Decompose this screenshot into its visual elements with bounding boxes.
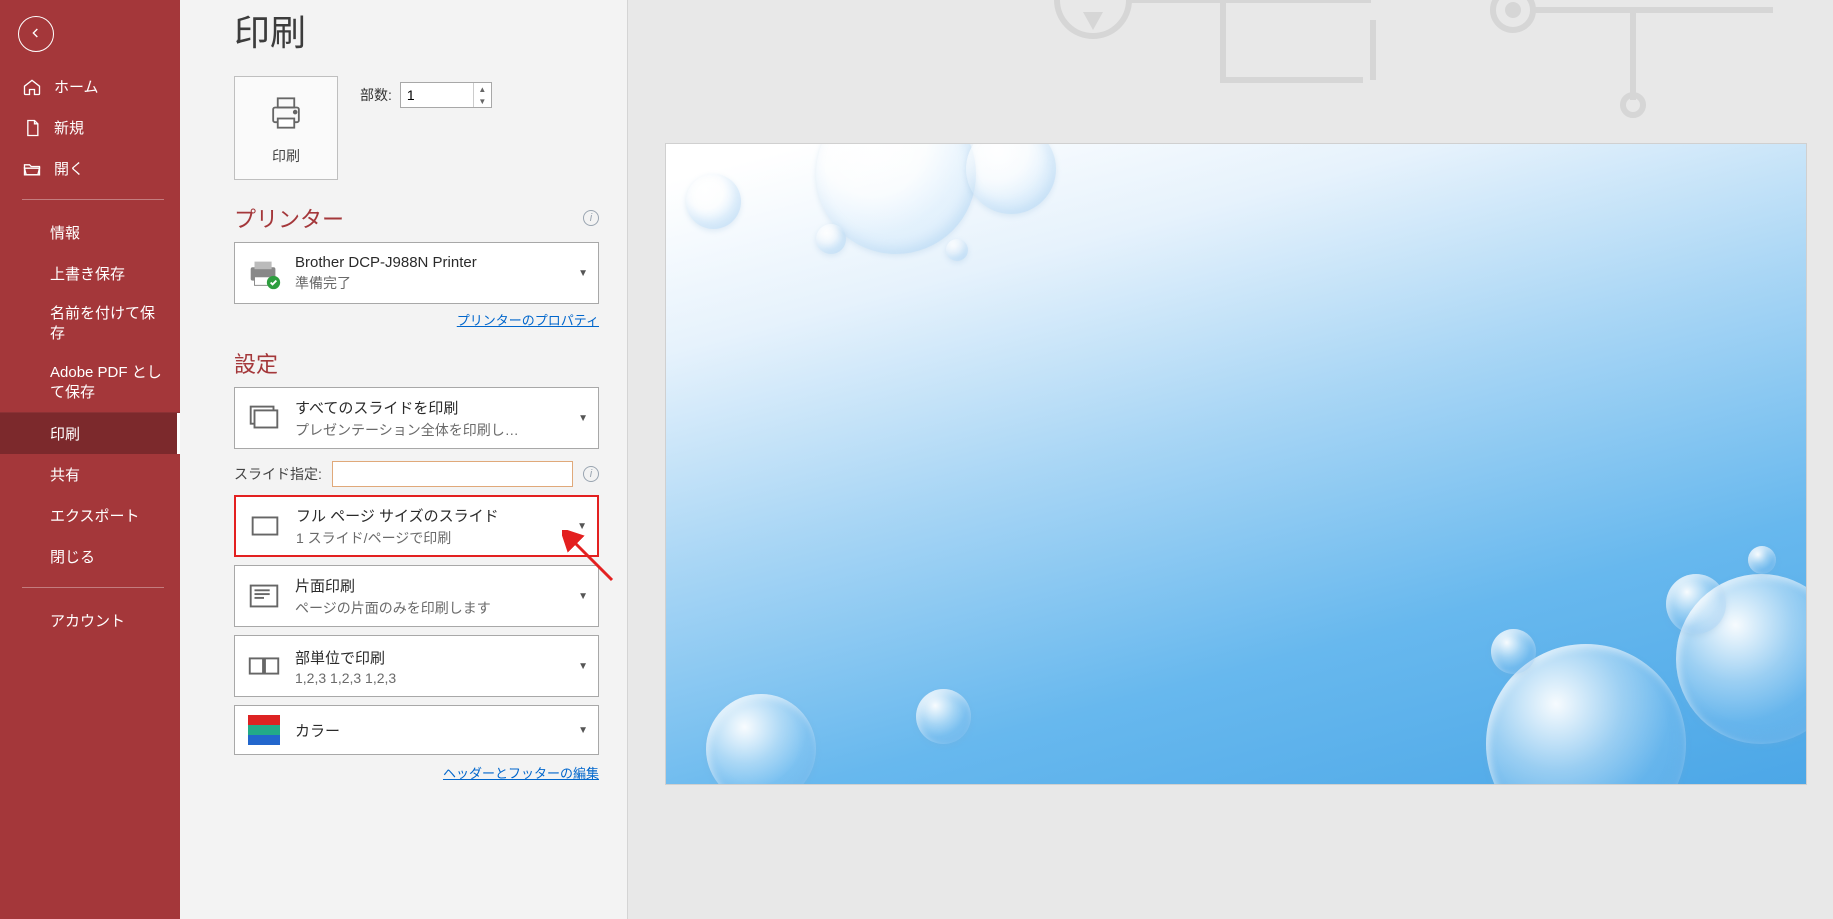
print-range-text: すべてのスライドを印刷 プレゼンテーション全体を印刷し… — [295, 397, 564, 440]
chevron-down-icon: ▼ — [576, 268, 590, 279]
header-footer-row: ヘッダーとフッターの編集 — [234, 763, 599, 782]
print-layout-text: フル ページ サイズのスライド 1 スライド/ページで印刷 — [296, 505, 563, 548]
sidebar-item-share[interactable]: 共有 — [0, 454, 180, 495]
sidebar-item-label: エクスポート — [50, 505, 140, 526]
collate-text: 部単位で印刷 1,2,3 1,2,3 1,2,3 — [295, 647, 564, 686]
sidebar-item-label: 新規 — [54, 117, 84, 138]
collate-dropdown[interactable]: 部単位で印刷 1,2,3 1,2,3 1,2,3 ▼ — [234, 635, 599, 697]
sidebar-item-label: Adobe PDF として保存 — [50, 363, 162, 402]
print-row: 印刷 部数: ▲ ▼ — [234, 76, 599, 180]
sidebar-item-adobe-pdf[interactable]: Adobe PDF として保存 — [0, 353, 180, 412]
copies-spinner: ▲ ▼ — [473, 83, 491, 107]
sidebar-item-export[interactable]: エクスポート — [0, 495, 180, 536]
printer-section-head: プリンター i — [234, 202, 599, 234]
folder-open-icon — [22, 159, 42, 179]
printer-dropdown[interactable]: Brother DCP-J988N Printer 準備完了 ▼ — [234, 242, 599, 304]
print-sides-title: 片面印刷 — [295, 575, 564, 596]
copies-spin-up[interactable]: ▲ — [474, 83, 491, 95]
print-layout-title: フル ページ サイズのスライド — [296, 505, 563, 526]
printer-section-title: プリンター — [234, 202, 344, 234]
back-arrow-icon — [28, 25, 44, 44]
color-dropdown[interactable]: カラー ▼ — [234, 705, 599, 755]
info-icon[interactable]: i — [583, 210, 599, 226]
slide-spec-input[interactable] — [332, 461, 573, 487]
circuit-decor-icon — [973, 0, 1833, 160]
chevron-down-icon: ▼ — [576, 661, 590, 672]
sidebar-item-open[interactable]: 開く — [0, 148, 180, 189]
sidebar-divider — [22, 587, 164, 588]
sidebar-item-save[interactable]: 上書き保存 — [0, 253, 180, 294]
chevron-down-icon: ▼ — [575, 521, 589, 532]
sidebar-item-label: 共有 — [50, 464, 80, 485]
printer-properties-row: プリンターのプロパティ — [234, 310, 599, 329]
settings-section-head: 設定 — [234, 347, 599, 379]
home-icon — [22, 77, 42, 97]
slide-spec-row: スライド指定: i — [234, 461, 599, 487]
chevron-down-icon: ▼ — [576, 591, 590, 602]
sidebar-item-save-as[interactable]: 名前を付けて保存 — [0, 294, 180, 353]
app-root: ホーム 新規 開く 情報 上書き保存 名前を付けて保存 Adobe PDF とし… — [0, 0, 1833, 919]
back-button[interactable] — [18, 16, 54, 52]
print-sides-dropdown[interactable]: 片面印刷 ページの片面のみを印刷します ▼ — [234, 565, 599, 627]
sidebar-item-home[interactable]: ホーム — [0, 66, 180, 107]
info-icon[interactable]: i — [583, 466, 599, 482]
slide-spec-label: スライド指定: — [234, 464, 322, 484]
collate-title: 部単位で印刷 — [295, 647, 564, 668]
print-range-dropdown[interactable]: すべてのスライドを印刷 プレゼンテーション全体を印刷し… ▼ — [234, 387, 599, 449]
copies-input[interactable] — [401, 83, 473, 107]
printer-icon — [264, 91, 308, 138]
sidebar-item-label: 名前を付けて保存 — [50, 304, 162, 343]
printer-dropdown-text: Brother DCP-J988N Printer 準備完了 — [295, 254, 564, 293]
copies-label: 部数: — [360, 85, 392, 105]
sidebar-item-close[interactable]: 閉じる — [0, 536, 180, 577]
printer-ready-icon — [245, 254, 283, 292]
slide-preview — [666, 144, 1806, 784]
print-button[interactable]: 印刷 — [234, 76, 338, 180]
printer-status: 準備完了 — [295, 273, 564, 293]
printer-properties-link[interactable]: プリンターのプロパティ — [457, 313, 599, 328]
print-range-title: すべてのスライドを印刷 — [295, 397, 564, 418]
header-footer-link[interactable]: ヘッダーとフッターの編集 — [443, 766, 599, 781]
print-settings-pane: 印刷 印刷 部数: ▲ — [180, 0, 628, 919]
sidebar-item-new[interactable]: 新規 — [0, 107, 180, 148]
sidebar-item-print[interactable]: 印刷 — [0, 412, 180, 454]
sidebar-item-label: ホーム — [54, 76, 99, 97]
copies-spin-down[interactable]: ▼ — [474, 95, 491, 107]
full-page-slide-icon — [246, 507, 284, 545]
print-preview-pane — [628, 0, 1833, 919]
new-doc-icon — [22, 118, 42, 138]
print-sides-text: 片面印刷 ページの片面のみを印刷します — [295, 575, 564, 618]
settings-section-title: 設定 — [234, 347, 278, 379]
sidebar-item-account[interactable]: アカウント — [0, 600, 180, 641]
sidebar-divider — [22, 199, 164, 200]
collate-subtitle: 1,2,3 1,2,3 1,2,3 — [295, 670, 564, 686]
copies-group: 部数: ▲ ▼ — [360, 76, 492, 108]
backstage-sidebar: ホーム 新規 開く 情報 上書き保存 名前を付けて保存 Adobe PDF とし… — [0, 0, 180, 919]
sidebar-item-label: 印刷 — [50, 423, 80, 444]
single-side-icon — [245, 577, 283, 615]
sidebar-item-label: 上書き保存 — [50, 263, 125, 284]
print-layout-subtitle: 1 スライド/ページで印刷 — [296, 528, 563, 548]
collate-icon — [245, 647, 283, 685]
slides-stack-icon — [245, 399, 283, 437]
print-sides-subtitle: ページの片面のみを印刷します — [295, 598, 564, 618]
sidebar-item-label: 開く — [54, 158, 84, 179]
copies-input-wrap: ▲ ▼ — [400, 82, 492, 108]
print-layout-dropdown[interactable]: フル ページ サイズのスライド 1 スライド/ページで印刷 ▼ — [234, 495, 599, 557]
color-title: カラー — [295, 720, 564, 741]
sidebar-item-label: アカウント — [50, 610, 125, 631]
printer-name: Brother DCP-J988N Printer — [295, 254, 564, 271]
chevron-down-icon: ▼ — [576, 725, 590, 736]
print-button-label: 印刷 — [272, 146, 300, 166]
sidebar-item-info[interactable]: 情報 — [0, 212, 180, 253]
chevron-down-icon: ▼ — [576, 413, 590, 424]
page-title: 印刷 — [234, 4, 599, 56]
color-text: カラー — [295, 720, 564, 741]
print-range-subtitle: プレゼンテーション全体を印刷し… — [295, 420, 564, 440]
sidebar-item-label: 閉じる — [50, 546, 95, 567]
sidebar-item-label: 情報 — [50, 222, 80, 243]
color-swatch-icon — [245, 711, 283, 749]
